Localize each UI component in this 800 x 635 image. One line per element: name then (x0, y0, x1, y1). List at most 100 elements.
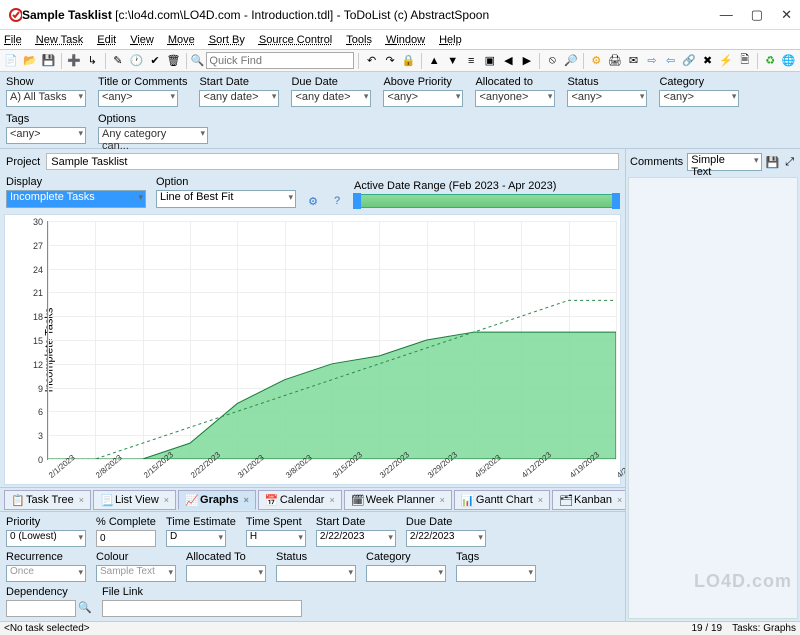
tab-calendar[interactable]: 📅Calendar× (258, 490, 342, 510)
tags-select[interactable] (456, 565, 536, 582)
stop-icon[interactable]: ⦸ (544, 52, 561, 70)
tab-week-planner[interactable]: 🗓Week Planner× (344, 490, 452, 510)
toolbar: 📄 📂 💾 ➕ ↳ ✎ 🕐 ✔ 🗑 🔍 ↶ ↷ 🔒 ▲ ▼ ≡ ▣ ◀ ▶ ⦸ … (0, 50, 800, 72)
new-task-icon[interactable]: ➕ (66, 52, 83, 70)
unlink-icon[interactable]: ✖ (699, 52, 716, 70)
new-icon[interactable]: 📄 (3, 52, 20, 70)
sort-up-icon[interactable]: ▲ (426, 52, 443, 70)
prev-icon[interactable]: ◀ (500, 52, 517, 70)
undo-icon[interactable]: ↶ (363, 52, 380, 70)
collapse-icon[interactable]: ▣ (482, 52, 499, 70)
print-icon[interactable]: 🖨 (607, 52, 624, 70)
help-icon[interactable]: ? (330, 194, 344, 208)
menu-file[interactable]: File (4, 34, 22, 46)
redo-icon[interactable]: ↷ (382, 52, 399, 70)
save-icon[interactable]: 💾 (40, 52, 57, 70)
y-tick: 0 (29, 455, 43, 465)
menu-sort-by[interactable]: Sort By (209, 34, 245, 46)
open-icon[interactable]: 📂 (22, 52, 39, 70)
tab-gantt[interactable]: 📊Gantt Chart× (454, 490, 550, 510)
comments-expand-icon[interactable]: ⤢ (783, 155, 796, 169)
tab-list-view[interactable]: 📃List View× (93, 490, 176, 510)
recurrence-select[interactable]: Once (6, 565, 86, 582)
mail-icon[interactable]: ✉ (625, 52, 642, 70)
filter-allocated[interactable]: <anyone> (475, 90, 555, 107)
due-date-field[interactable]: 2/22/2023 (406, 530, 486, 547)
export-icon[interactable]: ⇨ (644, 52, 661, 70)
file-link-input[interactable] (102, 600, 302, 617)
priority-select[interactable]: 0 (Lowest) (6, 530, 86, 547)
menu-window[interactable]: Window (386, 34, 425, 46)
list-icon[interactable]: ≡ (463, 52, 480, 70)
y-tick: 12 (29, 360, 43, 370)
project-input[interactable] (46, 153, 619, 170)
check-icon[interactable]: ✔ (147, 52, 164, 70)
find-icon[interactable]: 🔎 (563, 52, 580, 70)
comments-body[interactable] (628, 177, 798, 619)
filter-startdate-label: Start Date (199, 76, 279, 88)
gear-icon[interactable]: ⚙ (588, 52, 605, 70)
filter-priority[interactable]: <any> (383, 90, 463, 107)
filter-status-label: Status (567, 76, 647, 88)
tab-kanban[interactable]: 🗂Kanban× (552, 490, 625, 510)
display-select[interactable]: Incomplete Tasks (6, 190, 146, 208)
option-select[interactable]: Line of Best Fit (156, 190, 296, 208)
menu-move[interactable]: Move (168, 34, 195, 46)
y-tick: 9 (29, 384, 43, 394)
import-icon[interactable]: ⇦ (662, 52, 679, 70)
note-icon[interactable]: 🗎 (736, 52, 753, 70)
maximize-button[interactable]: ▢ (751, 7, 763, 23)
filter-options[interactable]: Any category can... (98, 127, 208, 144)
start-date-field[interactable]: 2/22/2023 (316, 530, 396, 547)
filter-show[interactable]: A) All Tasks (6, 90, 86, 107)
comments-type-select[interactable]: Simple Text (687, 153, 761, 171)
globe-icon[interactable]: 🌐 (780, 52, 797, 70)
menu-edit[interactable]: Edit (97, 34, 116, 46)
attribute-panel: Priority0 (Lowest) % Complete Time Estim… (0, 511, 625, 621)
filter-title[interactable]: <any> (98, 90, 178, 107)
y-tick: 27 (29, 241, 43, 251)
close-button[interactable]: ✕ (781, 7, 792, 23)
dependency-browse-icon[interactable]: 🔍 (78, 600, 92, 614)
minimize-button[interactable]: — (720, 7, 733, 22)
quick-find-input[interactable] (206, 52, 354, 69)
category-select[interactable] (366, 565, 446, 582)
edit-icon[interactable]: ✎ (110, 52, 127, 70)
allocated-to-select[interactable] (186, 565, 266, 582)
time-estimate[interactable]: D (166, 530, 226, 547)
time-spent[interactable]: H (246, 530, 306, 547)
filter-bar: ShowA) All Tasks Title or Comments<any> … (0, 72, 800, 149)
delete-icon[interactable]: 🗑 (165, 52, 182, 70)
menu-view[interactable]: View (130, 34, 154, 46)
project-label: Project (6, 156, 40, 168)
next-icon[interactable]: ▶ (519, 52, 536, 70)
filter-startdate[interactable]: <any date> (199, 90, 279, 107)
y-tick: 15 (29, 336, 43, 346)
filter-status[interactable]: <any> (567, 90, 647, 107)
tab-task-tree[interactable]: 📋Task Tree× (4, 490, 91, 510)
link-icon[interactable]: 🔗 (681, 52, 698, 70)
refresh-icon[interactable]: ♻ (762, 52, 779, 70)
filter-duedate[interactable]: <any date> (291, 90, 371, 107)
filter-category[interactable]: <any> (659, 90, 739, 107)
filter-tags[interactable]: <any> (6, 127, 86, 144)
new-subtask-icon[interactable]: ↳ (84, 52, 101, 70)
percent-input[interactable] (96, 530, 156, 547)
bolt-icon[interactable]: ⚡ (718, 52, 735, 70)
watermark: LO4D.com (694, 571, 792, 592)
sort-down-icon[interactable]: ▼ (444, 52, 461, 70)
comments-save-icon[interactable]: 💾 (766, 155, 780, 169)
menu-help[interactable]: Help (439, 34, 462, 46)
clock-icon[interactable]: 🕐 (128, 52, 145, 70)
lock-icon[interactable]: 🔒 (400, 52, 417, 70)
menu-tools[interactable]: Tools (346, 34, 372, 46)
view-tabs: 📋Task Tree× 📃List View× 📈Graphs× 📅Calend… (0, 487, 625, 511)
settings-icon[interactable]: ⚙ (306, 194, 320, 208)
menu-new-task[interactable]: New Task (36, 34, 84, 46)
status-select[interactable] (276, 565, 356, 582)
dependency-input[interactable] (6, 600, 76, 617)
tab-graphs[interactable]: 📈Graphs× (178, 490, 256, 510)
colour-select[interactable]: Sample Text (96, 565, 176, 582)
menu-source-control[interactable]: Source Control (259, 34, 332, 46)
date-range-slider[interactable] (354, 194, 619, 208)
